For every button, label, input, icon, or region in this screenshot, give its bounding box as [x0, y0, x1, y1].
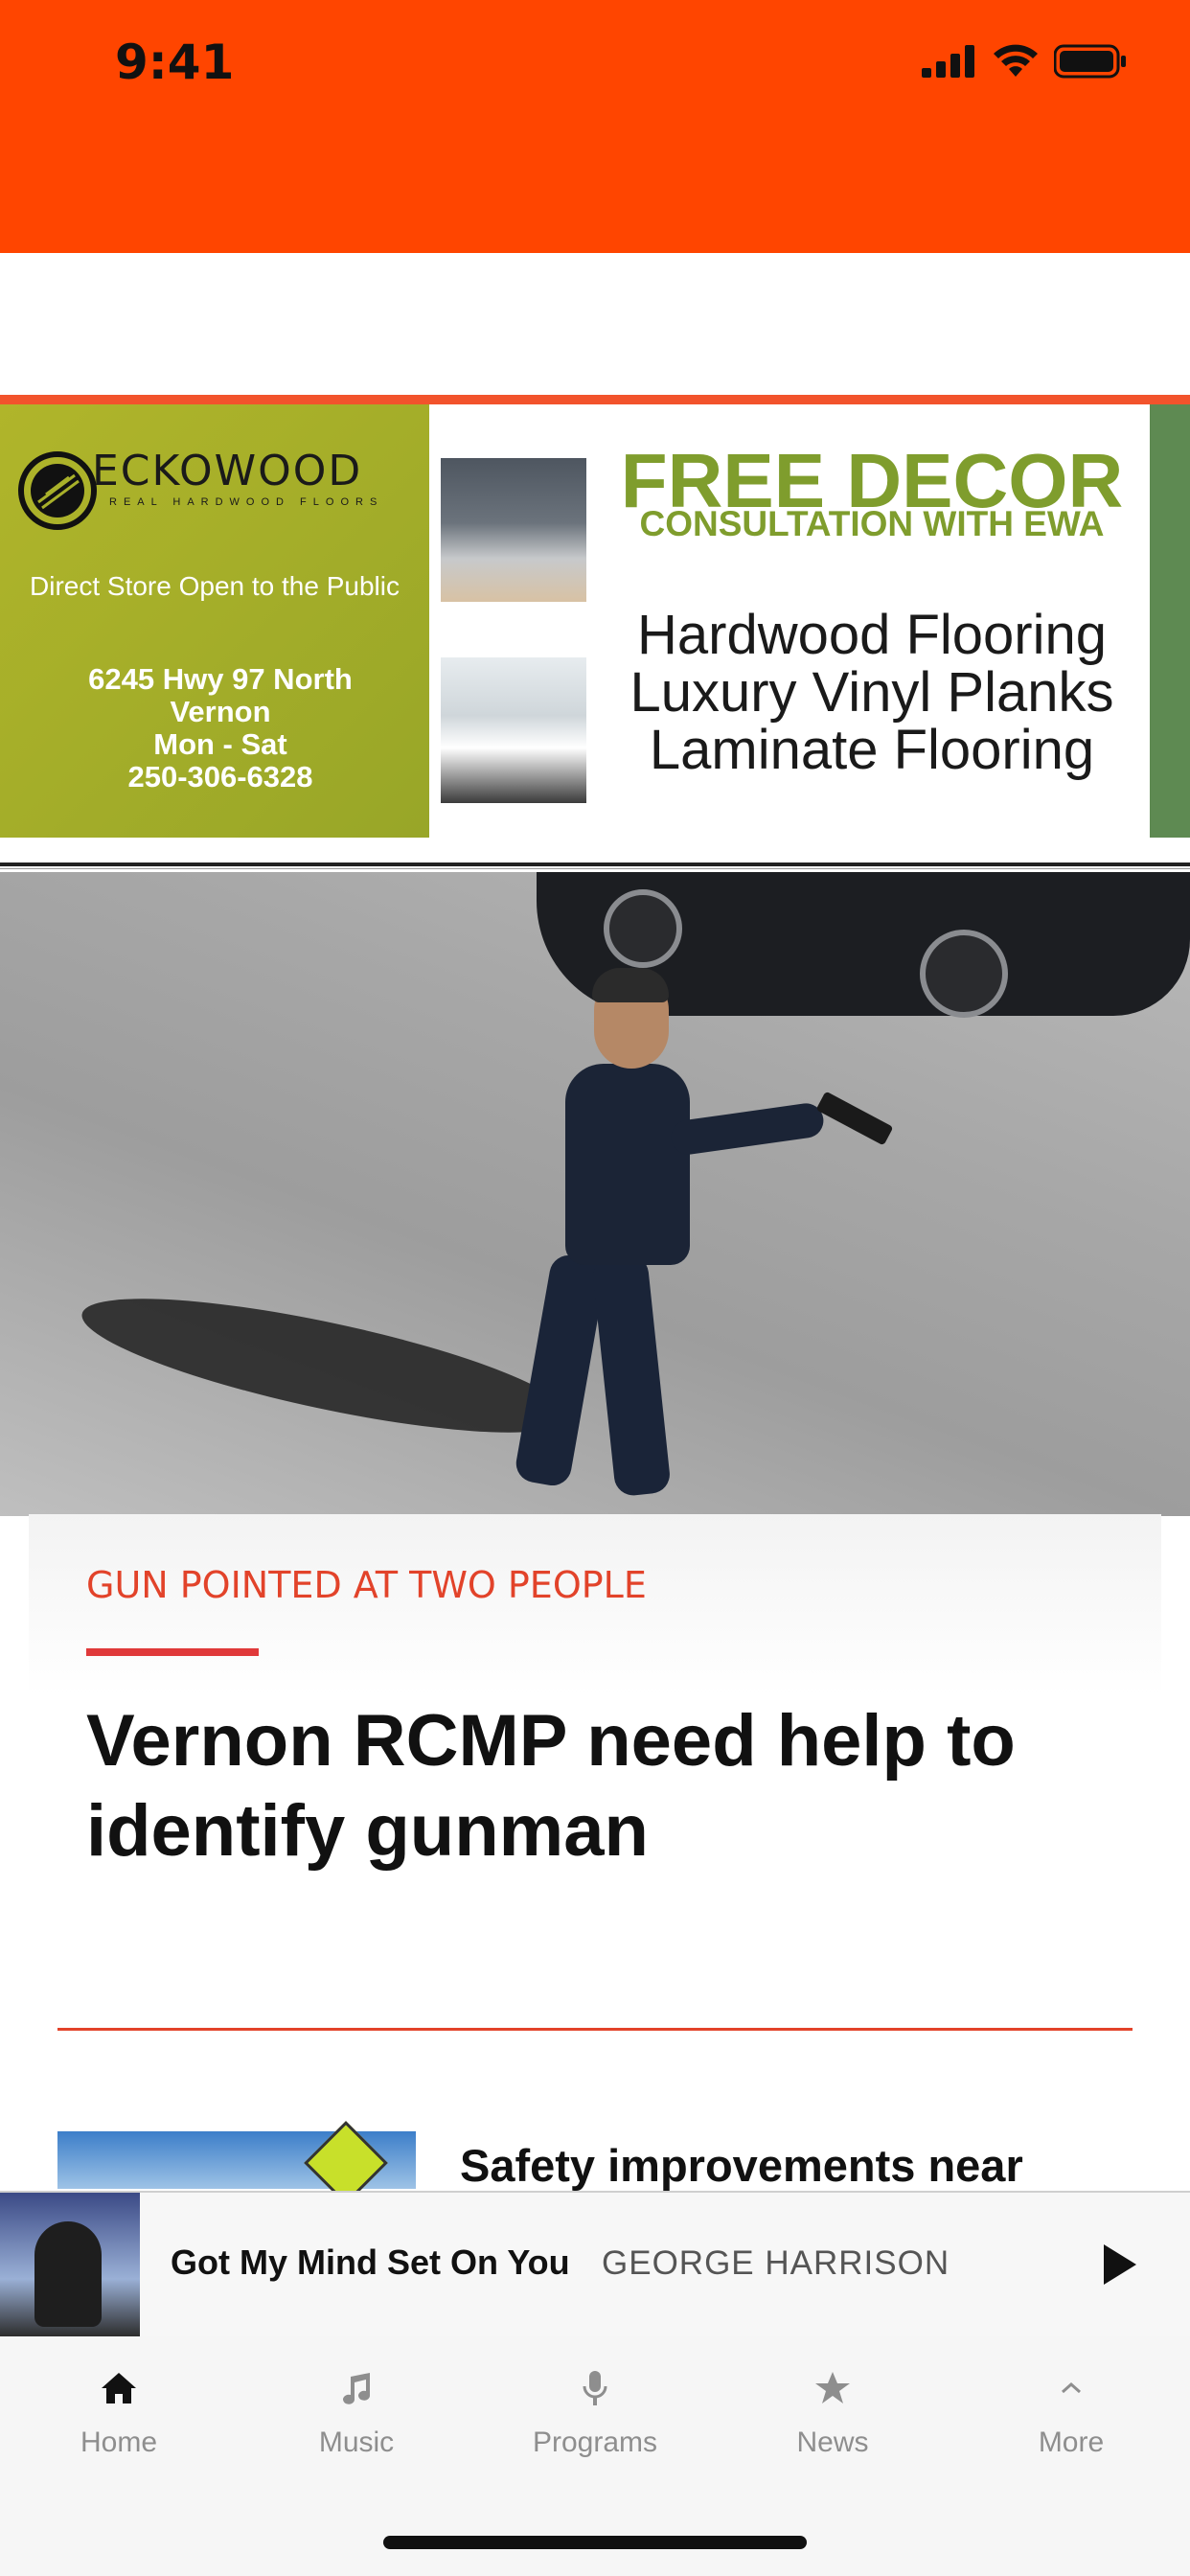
- battery-icon: [1054, 44, 1126, 79]
- header-spacer: [0, 253, 1190, 395]
- ad-product-laminate: Laminate Flooring: [649, 719, 1095, 781]
- tab-label: Programs: [532, 2426, 658, 2458]
- ad-top-border: [0, 395, 1190, 404]
- hero-figure-leg: [591, 1253, 672, 1498]
- ad-address-city: Vernon: [170, 695, 271, 728]
- tab-label: Music: [318, 2426, 395, 2458]
- ad-address-street: 6245 Hwy 97 North: [88, 662, 353, 696]
- now-playing-song: Got My Mind Set On You: [171, 2242, 570, 2282]
- tab-home[interactable]: Home: [0, 2336, 238, 2480]
- hero-handgun: [815, 1091, 894, 1146]
- ad-store-panel: ECKOWOOD REAL HARDWOOD FLOORS Direct Sto…: [0, 404, 429, 838]
- star-icon: [810, 2365, 856, 2411]
- chevron-up-icon: [1048, 2365, 1094, 2411]
- wifi-icon: [994, 44, 1038, 77]
- album-art-figure: [34, 2221, 102, 2327]
- ad-bottom-border: [0, 862, 1190, 866]
- ad-banner[interactable]: ECKOWOOD REAL HARDWOOD FLOORS Direct Sto…: [0, 404, 1190, 838]
- hero-figure-body: [565, 1064, 690, 1265]
- ad-brand-subtitle: REAL HARDWOOD FLOORS: [109, 496, 384, 508]
- ad-product-hardwood: Hardwood Flooring: [636, 604, 1108, 666]
- play-icon[interactable]: [1092, 2239, 1144, 2290]
- ad-bottom-border-thin: [0, 868, 1190, 869]
- now-playing-artist: GEORGE HARRISON: [602, 2244, 950, 2282]
- hero-car-wheel: [920, 930, 1008, 1018]
- tab-programs[interactable]: Programs: [476, 2336, 714, 2480]
- music-note-icon: [333, 2365, 379, 2411]
- story-divider: [57, 2028, 1133, 2031]
- tab-label: Home: [80, 2426, 158, 2458]
- ad-interior-photo: [441, 657, 586, 803]
- story-hero-image[interactable]: [0, 872, 1190, 1516]
- ad-tagline: Direct Store Open to the Public: [30, 571, 400, 601]
- microphone-icon: [572, 2365, 618, 2411]
- tab-music[interactable]: Music: [238, 2336, 475, 2480]
- ad-brand-name: ECKOWOOD: [92, 447, 363, 495]
- story-headline[interactable]: Vernon RCMP need help to identify gunman: [86, 1696, 1121, 1876]
- ad-kitchen-photo: [441, 458, 586, 602]
- story-kicker: GUN POINTED AT TWO PEOPLE: [86, 1564, 647, 1606]
- tab-news[interactable]: News: [714, 2336, 951, 2480]
- ad-hours: Mon - Sat: [153, 727, 287, 761]
- ad-subheadline: CONSULTATION WITH EWA: [639, 504, 1105, 543]
- ad-product-vinyl: Luxury Vinyl Planks: [629, 661, 1114, 724]
- kicker-underline: [86, 1648, 259, 1656]
- status-icons: [922, 42, 1127, 80]
- hero-shadow: [73, 1271, 579, 1460]
- ad-phone: 250-306-6328: [127, 760, 313, 794]
- album-art: [0, 2193, 140, 2336]
- tab-label: News: [796, 2426, 869, 2458]
- home-indicator: [383, 2536, 807, 2549]
- next-story-title[interactable]: Safety improvements near: [460, 2139, 1023, 2192]
- hero-figure-hair: [592, 968, 669, 1002]
- now-playing-bar[interactable]: Got My Mind Set On You GEORGE HARRISON: [0, 2191, 1190, 2338]
- tab-label: More: [1038, 2426, 1105, 2458]
- tab-more[interactable]: More: [952, 2336, 1190, 2480]
- ad-edge-strip: [1150, 404, 1190, 838]
- hero-car-wheel: [604, 889, 682, 968]
- status-time: 9:41: [115, 34, 235, 90]
- story-card[interactable]: GUN POINTED AT TWO PEOPLE Vernon RCMP ne…: [29, 1514, 1161, 2051]
- home-icon: [96, 2365, 142, 2411]
- hero-figure-arm: [669, 1101, 826, 1157]
- cellular-signal-icon: [922, 45, 974, 78]
